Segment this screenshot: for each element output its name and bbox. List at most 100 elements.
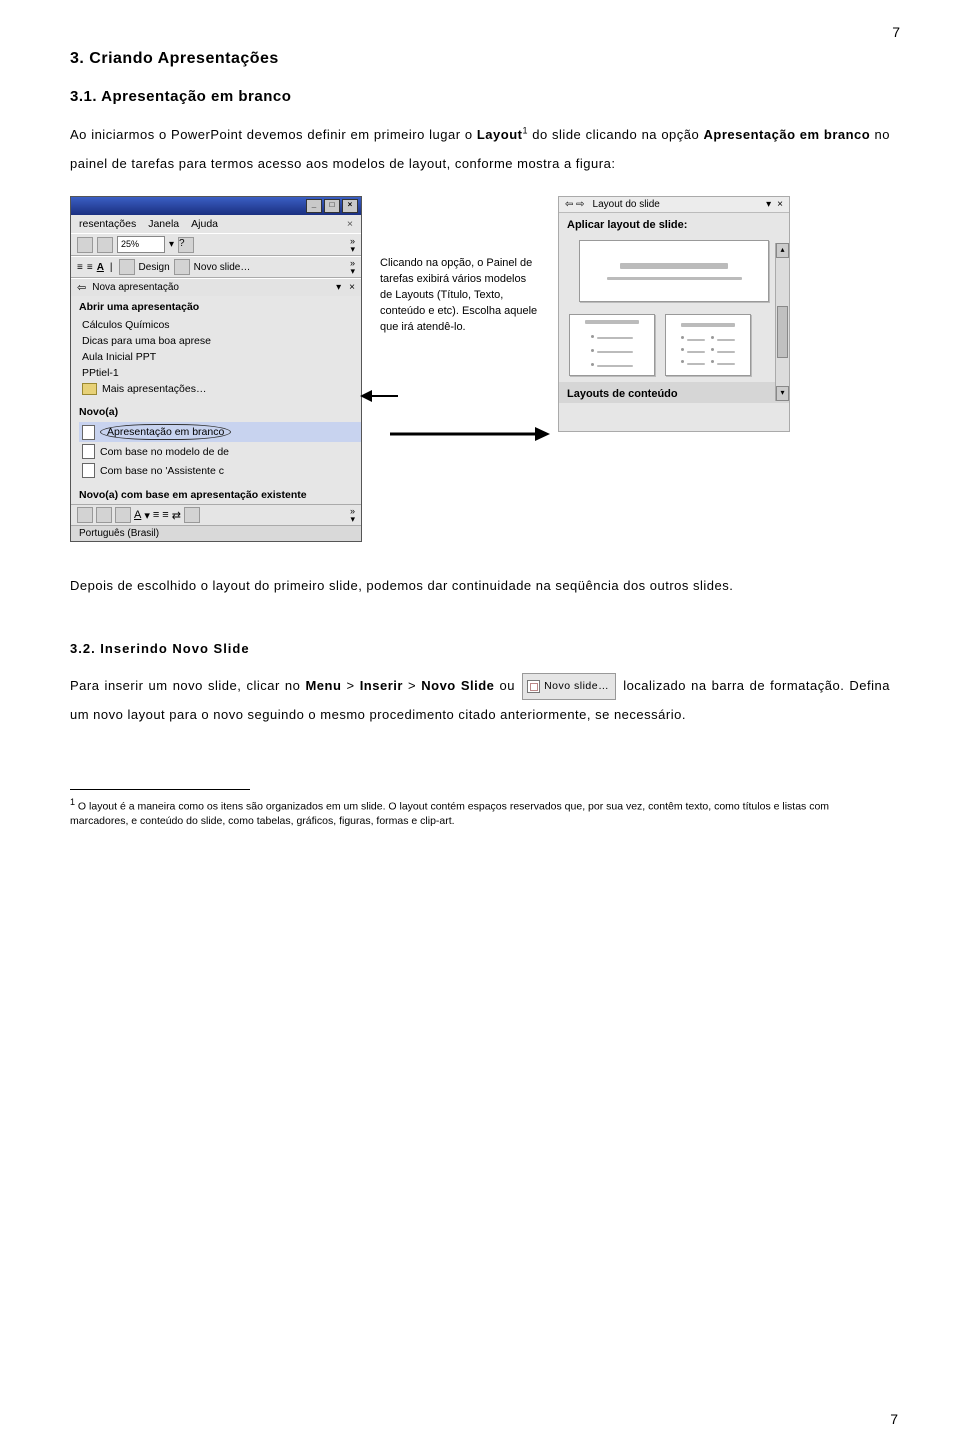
layout-thumbnail[interactable] xyxy=(569,314,655,376)
pane-title: Nova apresentação xyxy=(86,282,336,293)
list-new: Apresentação em branco Com base no model… xyxy=(71,420,361,484)
scroll-down-icon[interactable]: ▾ xyxy=(776,386,789,401)
new-from-template[interactable]: Com base no modelo de de xyxy=(79,442,361,461)
new-slide-button[interactable]: Novo slide… xyxy=(194,262,251,273)
toolbar-icon[interactable] xyxy=(77,237,93,253)
section-open: Abrir uma apresentação xyxy=(71,296,361,315)
list-item-label-circled: Apresentação em branco xyxy=(100,424,231,440)
footnote-separator xyxy=(70,789,250,790)
open-item[interactable]: Dicas para uma boa aprese xyxy=(79,333,361,349)
layout-pane-header[interactable]: ⇦ ⇨ Layout do slide ▾ × xyxy=(559,197,789,213)
menubar: resentações Janela Ajuda × xyxy=(71,215,361,233)
toolbar-2: ≡≡ A | Design Novo slide… »▾ xyxy=(71,256,361,278)
new-from-wizard[interactable]: Com base no 'Assistente c xyxy=(79,461,361,480)
layout-pane-title: Layout do slide xyxy=(585,199,767,210)
page-number-top: 7 xyxy=(892,24,900,40)
scrollbar[interactable]: ▴ ▾ xyxy=(775,243,789,401)
toolbar-overflow-icon[interactable]: »▾ xyxy=(350,237,355,253)
dropdown-icon[interactable]: ▾ xyxy=(336,282,341,293)
document-icon xyxy=(82,425,95,440)
menu-help[interactable]: Ajuda xyxy=(191,218,218,230)
view-icon[interactable] xyxy=(77,507,93,523)
paragraph-3-2: Para inserir um novo slide, clicar no Me… xyxy=(70,672,890,729)
paragraph-3-1: Ao iniciarmos o PowerPoint devemos defin… xyxy=(70,121,890,178)
text: Ao iniciarmos o PowerPoint devemos defin… xyxy=(70,127,477,142)
menu-label: Menu xyxy=(305,678,341,693)
toolbar-overflow-icon[interactable]: »▾ xyxy=(350,259,355,275)
scroll-thumb[interactable] xyxy=(777,306,788,358)
view-icon[interactable] xyxy=(115,507,131,523)
new-slide-toolbar-button[interactable]: Novo slide… xyxy=(522,673,616,700)
menu-window[interactable]: Janela xyxy=(148,218,179,230)
list-item-label: Com base no 'Assistente c xyxy=(100,465,224,477)
dropdown-icon[interactable]: ▾ xyxy=(766,199,771,210)
menu-presentations[interactable]: resentações xyxy=(79,218,136,230)
view-icon[interactable] xyxy=(184,507,200,523)
view-icon[interactable] xyxy=(96,507,112,523)
help-icon[interactable]: ? xyxy=(178,237,194,253)
apply-layout-label: Aplicar layout de slide: xyxy=(559,213,789,234)
footnote: 1 O layout é a maneira como os itens são… xyxy=(70,796,890,828)
text-bold-layout: Layout xyxy=(477,127,523,142)
list-item-label: Cálculos Químicos xyxy=(82,319,170,331)
zoom-combo[interactable]: 25% xyxy=(117,236,165,253)
footnote-text: O layout é a maneira como os itens são o… xyxy=(70,801,829,827)
open-item[interactable]: Cálculos Químicos xyxy=(79,317,361,333)
prev-icon[interactable]: ⇦ ⇨ xyxy=(565,199,585,210)
list-item-label: PPtiel-1 xyxy=(82,367,119,379)
heading-3-2: 3.2. Inserindo Novo Slide xyxy=(70,641,890,656)
open-item-more[interactable]: Mais apresentações… xyxy=(79,381,361,397)
separator: > xyxy=(341,678,359,693)
toolbar-overflow-icon[interactable]: »▾ xyxy=(350,507,355,523)
list-item-label: Mais apresentações… xyxy=(102,383,206,395)
heading-3-1: 3.1. Apresentação em branco xyxy=(70,88,890,105)
list-item-label: Aula Inicial PPT xyxy=(82,351,156,363)
list-item-label: Com base no modelo de de xyxy=(100,446,229,458)
content-layouts-label: Layouts de conteúdo xyxy=(559,382,789,403)
figure-left-taskpane: _ □ × resentações Janela Ajuda × 25% ▾ ?… xyxy=(70,196,362,542)
minimize-button[interactable]: _ xyxy=(306,199,322,213)
figures-row: _ □ × resentações Janela Ajuda × 25% ▾ ?… xyxy=(70,196,890,542)
document-icon xyxy=(82,463,95,478)
insert-label: Inserir xyxy=(360,678,403,693)
paragraph-after-figs: Depois de escolhido o layout do primeiro… xyxy=(70,572,890,601)
close-button[interactable]: × xyxy=(342,199,358,213)
text: ou xyxy=(494,678,520,693)
design-icon[interactable] xyxy=(119,259,135,275)
layout-thumbnail[interactable] xyxy=(665,314,751,376)
close-pane-icon[interactable]: × xyxy=(777,199,783,210)
toolbar-1: 25% ▾ ? »▾ xyxy=(71,233,361,256)
folder-icon xyxy=(82,383,97,395)
section-new: Novo(a) xyxy=(71,401,361,420)
maximize-button[interactable]: □ xyxy=(324,199,340,213)
prev-icon[interactable]: ⇦ xyxy=(77,281,86,294)
pane-header[interactable]: ⇦ Nova apresentação ▾ × xyxy=(71,278,361,296)
new-slide-icon[interactable] xyxy=(174,259,190,275)
list-open: Cálculos Químicos Dicas para uma boa apr… xyxy=(71,315,361,401)
text-bold-apres: Apresentação em branco xyxy=(704,127,871,142)
list-item-label: Dicas para uma boa aprese xyxy=(82,335,211,347)
page-number-bottom: 7 xyxy=(890,1411,898,1427)
toolbar-icon[interactable] xyxy=(97,237,113,253)
design-button[interactable]: Design xyxy=(139,262,170,273)
button-label: Novo slide… xyxy=(544,675,609,698)
open-item[interactable]: Aula Inicial PPT xyxy=(79,349,361,365)
window-titlebar: _ □ × xyxy=(71,197,361,215)
text: do slide clicando na opção xyxy=(528,127,704,142)
figure-right-layoutpane: ⇦ ⇨ Layout do slide ▾ × Aplicar layout d… xyxy=(558,196,790,432)
text: Para inserir um novo slide, clicar no xyxy=(70,678,305,693)
status-bar: Português (Brasil) xyxy=(71,525,361,541)
new-slide-label: Novo Slide xyxy=(421,678,494,693)
scroll-up-icon[interactable]: ▴ xyxy=(776,243,789,258)
new-blank-presentation[interactable]: Apresentação em branco xyxy=(79,422,361,442)
close-pane-icon[interactable]: × xyxy=(349,282,355,293)
heading-main: 3. Criando Apresentações xyxy=(70,50,890,68)
open-item[interactable]: PPtiel-1 xyxy=(79,365,361,381)
layout-thumbnail-title[interactable] xyxy=(579,240,769,302)
view-buttons-row: A ▾ ≡≡⇄ »▾ xyxy=(71,504,361,525)
document-icon xyxy=(82,444,95,459)
separator: > xyxy=(403,678,421,693)
callout-text: Clicando na opção, o Painel de tarefas e… xyxy=(380,256,540,336)
new-slide-icon xyxy=(527,680,540,693)
arrow-right-icon xyxy=(390,424,550,444)
